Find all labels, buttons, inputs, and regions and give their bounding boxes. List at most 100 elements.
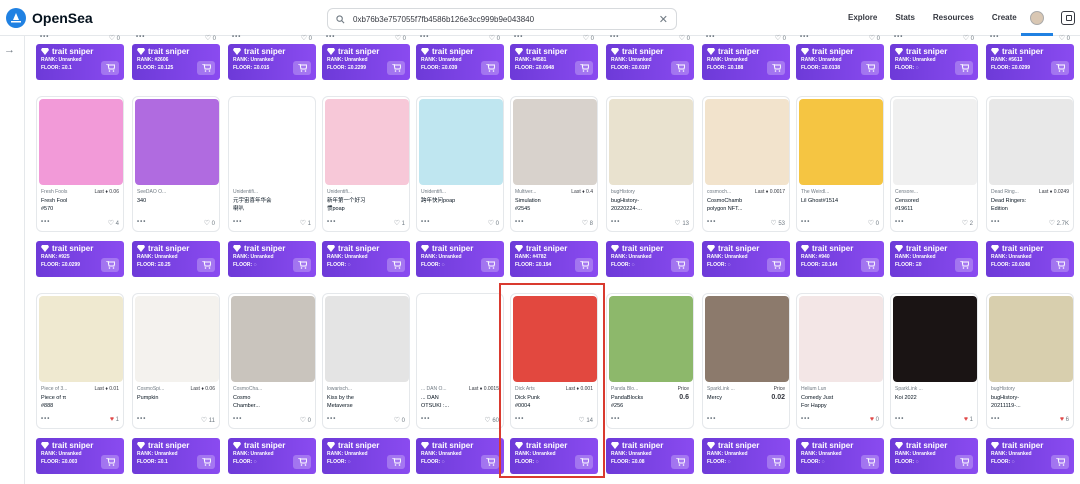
more-options-button[interactable]: ••• (991, 219, 1000, 225)
nft-card[interactable]: SeeDAO O... 340 ••• ♡ 0 (132, 96, 220, 232)
nft-card[interactable]: The Weirdl... Lil Ghost#1514 ••• ♡ 0 (796, 96, 884, 232)
add-to-cart-button[interactable] (575, 258, 593, 272)
profile-avatar[interactable] (1030, 11, 1044, 25)
collection-name[interactable]: The Weirdl... (801, 189, 829, 195)
collection-name[interactable]: Helium Lun (801, 386, 826, 392)
nft-image[interactable] (135, 296, 219, 382)
collection-name[interactable]: bugHistory (611, 189, 635, 195)
nft-image[interactable] (419, 296, 503, 382)
add-to-cart-button[interactable] (101, 258, 119, 272)
add-to-cart-button[interactable] (955, 455, 973, 469)
collection-name[interactable]: bugHistory (991, 386, 1015, 392)
favorite-button[interactable]: ♡ 2 (962, 219, 973, 227)
collection-name[interactable]: lowarisch... (327, 386, 352, 392)
more-options-button[interactable]: ••• (707, 219, 716, 225)
more-options-button[interactable]: ••• (610, 34, 619, 40)
add-to-cart-button[interactable] (387, 455, 405, 469)
more-options-button[interactable]: ••• (326, 34, 335, 40)
collection-name[interactable]: ... DAN O... (421, 386, 447, 392)
favorite-button[interactable]: ♡ 0 (775, 34, 786, 42)
nft-image[interactable] (799, 296, 883, 382)
more-options-button[interactable]: ••• (514, 34, 523, 40)
collection-name[interactable]: Dead Ring... (991, 189, 1019, 195)
add-to-cart-button[interactable] (861, 258, 879, 272)
collection-name[interactable]: Censore... (895, 189, 918, 195)
collection-name[interactable]: Multiver... (515, 189, 536, 195)
favorite-button[interactable]: ♥ 1 (110, 416, 119, 423)
more-options-button[interactable]: ••• (707, 416, 716, 422)
nft-card[interactable]: Fresh Fools Last ♦ 0.06 Fresh Fool #570 •••… (36, 96, 124, 232)
favorite-button[interactable]: ♡ 11 (201, 416, 215, 424)
expand-sidebar-icon[interactable]: → (4, 44, 15, 56)
favorite-button[interactable]: ♡ 0 (868, 219, 879, 227)
nft-card[interactable]: cosmoch... Last ♦ 0.0017 CosmoChamb polygo… (702, 96, 790, 232)
add-to-cart-button[interactable] (671, 258, 689, 272)
favorite-button[interactable]: ♡ 0 (1059, 34, 1070, 42)
collection-name[interactable]: Panda Blo... (611, 386, 638, 392)
collection-name[interactable]: CosmoCha... (233, 386, 262, 392)
more-options-button[interactable]: ••• (706, 34, 715, 40)
nft-image[interactable] (705, 296, 789, 382)
favorite-button[interactable]: ♡ 0 (204, 219, 215, 227)
more-options-button[interactable]: ••• (327, 416, 336, 422)
add-to-cart-button[interactable] (955, 61, 973, 75)
favorite-button[interactable]: ♡ 0 (301, 34, 312, 42)
opensea-logo[interactable]: OpenSea (6, 8, 93, 28)
nft-image[interactable] (893, 99, 977, 185)
add-to-cart-button[interactable] (387, 258, 405, 272)
favorite-button[interactable]: ♡ 4 (108, 219, 119, 227)
favorite-button[interactable]: ♡ 0 (395, 34, 406, 42)
nft-image[interactable] (609, 99, 693, 185)
add-to-cart-button[interactable] (1051, 61, 1069, 75)
more-options-button[interactable]: ••• (421, 219, 430, 225)
more-options-button[interactable]: ••• (991, 416, 1000, 422)
collection-name[interactable]: Piece of 3... (41, 386, 67, 392)
favorite-button[interactable]: ♥ 0 (870, 416, 879, 423)
collection-name[interactable]: cosmoch... (707, 189, 731, 195)
add-to-cart-button[interactable] (861, 61, 879, 75)
nft-image[interactable] (893, 296, 977, 382)
favorite-button[interactable]: ♡ 0 (963, 34, 974, 42)
search-bar[interactable]: ✕ (327, 8, 677, 30)
nft-card[interactable]: ... DAN O... Last ♦ 0.0015 ... DAN OTSUKI … (416, 293, 504, 429)
add-to-cart-button[interactable] (767, 455, 785, 469)
nft-image[interactable] (39, 99, 123, 185)
nft-image[interactable] (513, 99, 597, 185)
nft-card[interactable]: Helium Lun Comedy Just For Happy ••• ♥ 0 (796, 293, 884, 429)
add-to-cart-button[interactable] (197, 61, 215, 75)
add-to-cart-button[interactable] (861, 455, 879, 469)
more-options-button[interactable]: ••• (801, 219, 810, 225)
nft-image[interactable] (39, 296, 123, 382)
favorite-button[interactable]: ♡ 0 (869, 34, 880, 42)
more-options-button[interactable]: ••• (895, 219, 904, 225)
favorite-button[interactable]: ♡ 0 (489, 34, 500, 42)
add-to-cart-button[interactable] (101, 455, 119, 469)
nft-card[interactable]: Unidentifi... 新年第一个好习 惯poap ••• ♡ 1 (322, 96, 410, 232)
add-to-cart-button[interactable] (671, 455, 689, 469)
nft-image[interactable] (135, 99, 219, 185)
more-options-button[interactable]: ••• (420, 34, 429, 40)
favorite-button[interactable]: ♡ 60 (484, 416, 499, 424)
collection-name[interactable]: SparkLink ... (707, 386, 735, 392)
favorite-button[interactable]: ♡ 0 (583, 34, 594, 42)
nft-image[interactable] (705, 99, 789, 185)
collection-name[interactable]: Unidentifi... (327, 189, 352, 195)
nft-card[interactable]: CosmoCha... Cosmo Chamber... ••• ♡ 0 (228, 293, 316, 429)
nft-card[interactable]: CosmoSpi... Last ♦ 0.06 Pumpkin ••• ♡ 11 (132, 293, 220, 429)
favorite-button[interactable]: ♡ 8 (582, 219, 593, 227)
collection-name[interactable]: CosmoSpi... (137, 386, 164, 392)
collection-name[interactable]: SeeDAO O... (137, 189, 166, 195)
search-input[interactable] (353, 14, 651, 24)
favorite-button[interactable]: ♡ 0 (109, 34, 120, 42)
add-to-cart-button[interactable] (1051, 258, 1069, 272)
add-to-cart-button[interactable] (293, 258, 311, 272)
collection-name[interactable]: Fresh Fools (41, 189, 67, 195)
nft-card[interactable]: Panda Blo... Price PandaBlocks #256 0.6 ••• (606, 293, 694, 429)
add-to-cart-button[interactable] (481, 61, 499, 75)
more-options-button[interactable]: ••• (232, 34, 241, 40)
favorite-button[interactable]: ♡ 1 (394, 219, 405, 227)
nft-image[interactable] (989, 296, 1073, 382)
nft-card[interactable]: SparkLink ... Price Mercy 0.02 ••• (702, 293, 790, 429)
more-options-button[interactable]: ••• (233, 416, 242, 422)
more-options-button[interactable]: ••• (611, 219, 620, 225)
